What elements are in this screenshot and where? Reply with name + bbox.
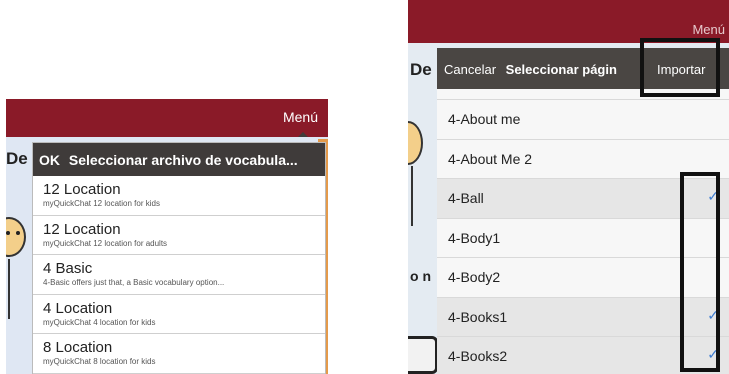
popover-title: Seleccionar págin — [505, 62, 617, 77]
stick-figure-icon — [411, 166, 413, 226]
highlight-box-checkmarks — [680, 172, 720, 372]
list-item-label: 4-Books1 — [448, 308, 508, 325]
list-item-subtitle: myQuickChat 4 location for kids — [43, 317, 156, 327]
list-item-title: 4 Basic — [43, 260, 93, 277]
app-header-bar — [6, 99, 328, 137]
list-item-label: 4-About me — [448, 111, 521, 127]
list-item-title: 12 Location — [43, 181, 121, 198]
board-cell-label: De — [410, 60, 432, 79]
right-screenshot: Menú De o n Cancelar Seleccionar págin I… — [408, 0, 729, 374]
board-symbol-icon — [408, 336, 438, 374]
list-item[interactable]: 4 Location myQuickChat 4 location for ki… — [33, 295, 325, 334]
list-item-title: 8 Location — [43, 339, 113, 356]
list-item[interactable]: 8 Location myQuickChat 8 location for ki… — [33, 334, 325, 374]
list-item[interactable]: 4 Basic 4-Basic offers just that, a Basi… — [33, 255, 325, 295]
list-item-title: 12 Location — [43, 220, 121, 238]
list-item-label: 4-Body2 — [448, 269, 501, 285]
list-item-subtitle: 4-Basic offers just that, a Basic vocabu… — [43, 278, 225, 287]
list-item-label: 4-Body1 — [448, 229, 501, 246]
left-screenshot: Menú De OK Seleccionar archivo de vocabu… — [6, 99, 328, 374]
list-item-subtitle: myQuickChat 12 location for adults — [43, 238, 168, 248]
app-header-bar — [408, 0, 729, 43]
list-item-subtitle: myQuickChat 8 location for kids — [43, 357, 156, 366]
cancel-button[interactable]: Cancelar — [444, 62, 496, 77]
list-item-label: 4-Ball — [448, 190, 484, 206]
list-item-title: 4 Location — [43, 299, 113, 317]
highlight-box-import — [640, 38, 720, 97]
ok-button[interactable]: OK — [39, 152, 60, 168]
board-cell-label: o n — [410, 268, 431, 284]
list-item-subtitle: myQuickChat 12 location for kids — [43, 199, 160, 208]
board-cell-label: De — [6, 149, 28, 168]
popover-title: Seleccionar archivo de vocabula... — [68, 152, 298, 168]
face-eye-icon — [16, 231, 20, 235]
list-item-label: 4-Books2 — [448, 348, 508, 364]
list-item[interactable]: 12 Location myQuickChat 12 location for … — [33, 176, 325, 216]
stick-figure-icon — [8, 259, 10, 319]
vocabulary-file-popover: OK Seleccionar archivo de vocabula... 12… — [32, 142, 326, 374]
list-item[interactable]: 12 Location myQuickChat 12 location for … — [33, 216, 325, 255]
list-item-label: 4-About Me 2 — [448, 150, 533, 167]
list-item[interactable]: 4-About me — [437, 99, 729, 139]
face-eye-icon — [6, 231, 10, 235]
menu-button[interactable]: Menú — [283, 109, 318, 125]
popover-header: OK Seleccionar archivo de vocabula... — [33, 143, 325, 176]
menu-button[interactable]: Menú — [692, 22, 725, 37]
